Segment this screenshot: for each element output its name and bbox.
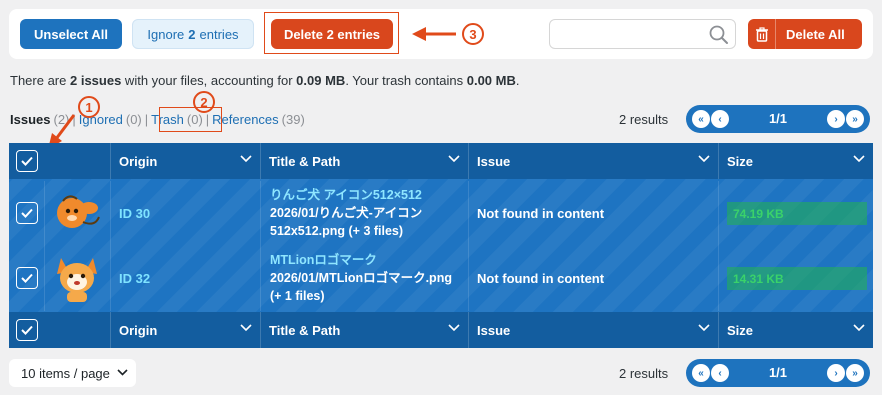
annotation-number-2: 2 xyxy=(193,91,215,113)
column-issue[interactable]: Issue xyxy=(468,143,718,179)
results-count-bottom: 2 results xyxy=(619,366,669,381)
row-origin-id[interactable]: ID 30 xyxy=(119,206,150,221)
annotation-arrow-3 xyxy=(412,27,456,41)
summary-text: There are 2 issues with your files, acco… xyxy=(10,73,520,88)
row-size: 14.31 KB xyxy=(733,272,784,286)
chevron-down-icon xyxy=(448,155,460,163)
table-header: Origin Title & Path Issue Size xyxy=(9,143,873,179)
ignore-entries-button[interactable]: Ignore 2 entries xyxy=(132,19,254,49)
pagination-top: « ‹ 1/1 › » xyxy=(686,105,870,133)
tab-references[interactable]: References xyxy=(212,112,278,127)
row-title-link[interactable]: りんご犬 アイコン512×512 xyxy=(270,186,466,204)
chevron-down-icon xyxy=(698,324,710,332)
highlight-trash-box xyxy=(159,107,222,132)
check-icon xyxy=(21,273,33,283)
issues-table: Origin Title & Path Issue Size ID 30 りんご… xyxy=(9,143,873,348)
row-checkbox[interactable] xyxy=(16,267,38,289)
row-issue: Not found in content xyxy=(477,206,605,221)
row-size: 74.19 KB xyxy=(733,207,784,221)
items-per-page-select[interactable]: 10 items / page xyxy=(9,359,136,387)
chevron-down-icon xyxy=(240,324,252,332)
highlight-delete-box xyxy=(264,12,399,54)
select-all-checkbox-bottom[interactable] xyxy=(16,319,38,341)
chevron-down-icon xyxy=(448,324,460,332)
row-issue: Not found in content xyxy=(477,271,605,286)
select-all-checkbox[interactable] xyxy=(16,150,38,172)
column-size-bottom[interactable]: Size xyxy=(718,312,873,348)
column-issue-bottom[interactable]: Issue xyxy=(468,312,718,348)
next-page-button[interactable]: › xyxy=(827,110,845,128)
unselect-all-button[interactable]: Unselect All xyxy=(20,19,122,49)
check-icon xyxy=(21,208,33,218)
delete-all-button[interactable]: Delete All xyxy=(748,19,862,49)
results-count-top: 2 results xyxy=(619,112,669,127)
column-origin-bottom[interactable]: Origin xyxy=(110,312,260,348)
table-row[interactable]: ID 32 MTLionロゴマーク 2026/01/MTLionロゴマーク.pn… xyxy=(9,246,873,311)
pagination-bottom: « ‹ 1/1 › » xyxy=(686,359,870,387)
last-page-button[interactable]: » xyxy=(846,364,864,382)
chevron-down-icon xyxy=(853,324,865,332)
row-title-path: りんご犬 アイコン512×512 2026/01/りんご犬-アイコン512x51… xyxy=(270,186,466,240)
tab-ignored-count: (0) xyxy=(125,112,142,127)
next-page-button[interactable]: › xyxy=(827,364,845,382)
column-origin[interactable]: Origin xyxy=(110,143,260,179)
column-size[interactable]: Size xyxy=(718,143,873,179)
last-page-button[interactable]: » xyxy=(846,110,864,128)
search-icon xyxy=(709,25,728,44)
chevron-down-icon xyxy=(853,155,865,163)
check-icon xyxy=(21,156,33,166)
row-title-path: MTLionロゴマーク 2026/01/MTLionロゴマーク.png (+ 1… xyxy=(270,251,466,305)
row-origin-id[interactable]: ID 32 xyxy=(119,271,150,286)
chevron-down-icon xyxy=(698,155,710,163)
column-title-path[interactable]: Title & Path xyxy=(260,143,468,179)
annotation-number-1: 1 xyxy=(78,96,100,118)
row-path: 2026/01/りんご犬-アイコン512x512.png (+ 3 files) xyxy=(270,206,423,238)
row-title-link[interactable]: MTLionロゴマーク xyxy=(270,251,466,269)
search-input[interactable] xyxy=(549,19,736,49)
row-checkbox[interactable] xyxy=(16,202,38,224)
table-row[interactable]: ID 30 りんご犬 アイコン512×512 2026/01/りんご犬-アイコン… xyxy=(9,181,873,246)
chevron-down-icon xyxy=(240,155,252,163)
annotation-number-3: 3 xyxy=(462,23,484,45)
check-icon xyxy=(21,325,33,335)
table-footer-header: Origin Title & Path Issue Size xyxy=(9,312,873,348)
trash-icon xyxy=(748,19,776,49)
column-title-path-bottom[interactable]: Title & Path xyxy=(260,312,468,348)
row-path: 2026/01/MTLionロゴマーク.png (+ 1 files) xyxy=(270,271,452,303)
lion-logo-thumbnail xyxy=(57,258,97,302)
chevron-down-icon xyxy=(117,369,128,376)
tab-references-count: (39) xyxy=(281,112,305,127)
apple-dog-thumbnail xyxy=(57,195,100,228)
